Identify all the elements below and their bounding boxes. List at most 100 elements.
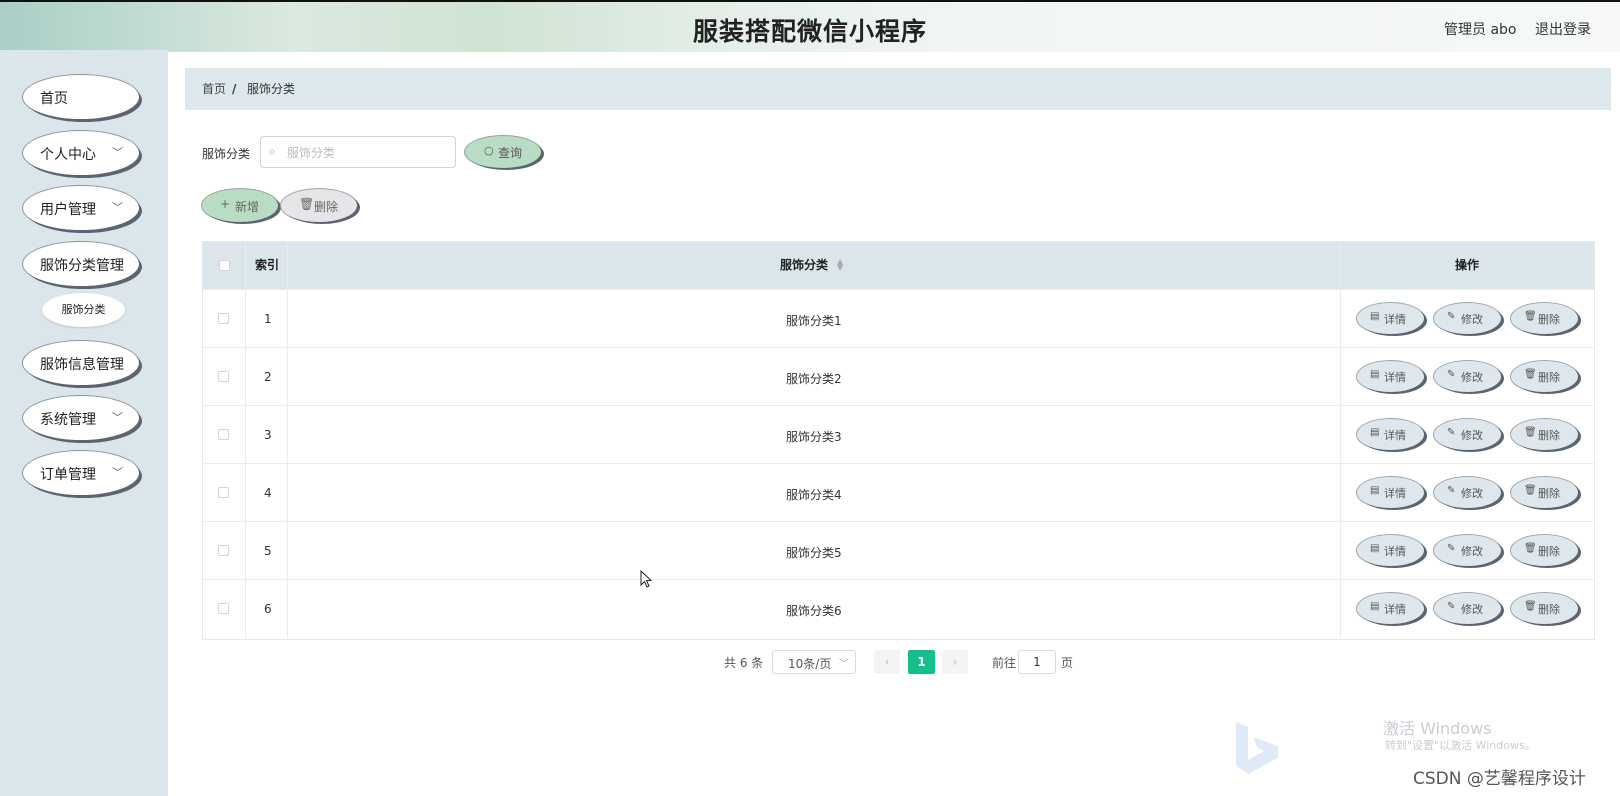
delete-button[interactable]: 🗑 删除 [1511,535,1578,566]
row-checkbox[interactable] [218,313,229,324]
detail-button-label: 详情 [1384,545,1406,558]
detail-button[interactable]: ▤ 详情 [1357,477,1424,508]
prev-page-button[interactable]: ‹ [874,650,900,674]
delete-button[interactable]: 🗑 删除 [1511,593,1578,624]
row-category: 服饰分类3 [786,430,842,444]
admin-user-label: 管理员 abo [1444,22,1517,38]
search-input[interactable] [285,142,449,164]
table-row: 6 服饰分类6 ▤ 详情 ✎ 修改 🗑 删除 [203,579,1594,638]
row-checkbox[interactable] [218,487,229,498]
edit-button[interactable]: ✎ 修改 [1434,535,1501,566]
logout-link[interactable]: 退出登录 [1535,19,1591,39]
trash-icon: 🗑 [1524,427,1537,438]
sidebar-subitem-category[interactable]: 服饰分类 [42,293,125,327]
pencil-icon: ✎ [1447,427,1456,438]
edit-button[interactable]: ✎ 修改 [1434,303,1501,334]
sidebar-item-user-management[interactable]: 用户管理 ﹀ [23,186,139,230]
row-checkbox[interactable] [218,603,229,614]
row-index: 3 [264,428,272,442]
search-field[interactable]: ⌕ [260,136,456,168]
row-checkbox[interactable] [218,371,229,382]
query-button-label: 查询 [498,146,523,160]
document-icon: ▤ [1370,543,1380,554]
column-divider [1340,290,1341,348]
edit-button[interactable]: ✎ 修改 [1434,477,1501,508]
sidebar-item-label: 服饰信息管理 [40,357,124,373]
edit-button-label: 修改 [1461,603,1483,616]
trash-icon: 🗑 [1524,485,1537,496]
category-table: 索引 服饰分类 ▲ ▼ 操作 1 服饰分类1 ▤ 详情 ✎ 修改 🗑 删除 2 服饰分类2 ▤ 详情 ✎ 修… [202,241,1595,640]
row-category: 服饰分类5 [786,546,842,560]
delete-button[interactable]: 🗑 删除 [1511,303,1578,334]
document-icon: ▤ [1370,311,1380,322]
delete-button-label: 删除 [1538,545,1560,558]
batch-delete-label: 删除 [314,200,339,214]
sidebar-item-home[interactable]: 首页 [23,75,139,119]
document-icon: ▤ [1370,427,1380,438]
edit-button[interactable]: ✎ 修改 [1434,361,1501,392]
pencil-icon: ✎ [1447,601,1456,612]
chevron-down-icon: ﹀ [839,659,849,670]
plus-icon: + [220,197,231,211]
query-button[interactable]: ○ 查询 [465,136,541,168]
detail-button-label: 详情 [1384,603,1406,616]
sidebar-item-category-management[interactable]: 服饰分类管理 [23,242,139,286]
trash-icon: 🗑 [1524,311,1537,322]
trash-icon: 🗑 [1524,369,1537,380]
delete-button[interactable]: 🗑 删除 [1511,361,1578,392]
breadcrumb-home[interactable]: 首页 [202,68,226,110]
column-divider [245,290,246,348]
delete-button-label: 删除 [1538,487,1560,500]
sidebar-item-label: 系统管理 [40,412,96,428]
sidebar-item-label: 首页 [40,91,68,107]
row-checkbox[interactable] [218,545,229,556]
detail-button[interactable]: ▤ 详情 [1357,593,1424,624]
pencil-icon: ✎ [1447,543,1456,554]
pencil-icon: ✎ [1447,485,1456,496]
column-divider [287,290,288,348]
column-divider [245,242,246,289]
detail-button[interactable]: ▤ 详情 [1357,303,1424,334]
detail-button-label: 详情 [1384,487,1406,500]
goto-page-input[interactable] [1018,650,1056,674]
page-button-current[interactable]: 1 [908,650,935,674]
table-row: 5 服饰分类5 ▤ 详情 ✎ 修改 🗑 删除 [203,521,1594,580]
row-index: 6 [264,602,272,616]
sidebar-item-label: 用户管理 [40,202,96,218]
detail-button[interactable]: ▤ 详情 [1357,361,1424,392]
search-icon: ○ [484,144,494,157]
select-all-checkbox[interactable] [219,260,230,271]
document-icon: ▤ [1370,369,1380,380]
next-page-button[interactable]: › [942,650,968,674]
sidebar-item-clothing-info[interactable]: 服饰信息管理 [23,341,139,385]
batch-delete-button[interactable]: 🗑 删除 [281,189,357,222]
csdn-watermark: CSDN @艺馨程序设计 [1413,769,1586,789]
sidebar-item-system[interactable]: 系统管理 ﹀ [23,396,139,440]
chevron-down-icon: ﹀ [112,466,123,479]
sidebar-item-label: 个人中心 [40,147,96,163]
sidebar-item-orders[interactable]: 订单管理 ﹀ [23,451,139,495]
sort-icon[interactable]: ▲ ▼ [837,258,843,272]
detail-button[interactable]: ▤ 详情 [1357,535,1424,566]
page-size-select[interactable]: 10条/页 ﹀ [772,650,856,674]
row-index: 4 [264,486,272,500]
edit-button[interactable]: ✎ 修改 [1434,419,1501,450]
delete-button[interactable]: 🗑 删除 [1511,419,1578,450]
activation-watermark-sub: 转到"设置"以激活 Windows。 [1385,739,1536,752]
edit-button-label: 修改 [1461,313,1483,326]
delete-button[interactable]: 🗑 删除 [1511,477,1578,508]
top-header: 服装搭配微信小程序 管理员 abo 退出登录 [0,0,1620,52]
detail-button[interactable]: ▤ 详情 [1357,419,1424,450]
detail-button-label: 详情 [1384,429,1406,442]
pagination-total: 共 6 条 [724,656,764,670]
edit-button[interactable]: ✎ 修改 [1434,593,1501,624]
column-divider [287,522,288,580]
row-category: 服饰分类6 [786,604,842,618]
row-category: 服饰分类2 [786,372,842,386]
add-button[interactable]: + 新增 [202,189,278,222]
sidebar-item-personal-center[interactable]: 个人中心 ﹀ [23,131,139,175]
column-divider [245,580,246,638]
column-header-category[interactable]: 服饰分类 [780,242,828,289]
sidebar-item-label: 服饰分类管理 [40,258,124,274]
row-checkbox[interactable] [218,429,229,440]
